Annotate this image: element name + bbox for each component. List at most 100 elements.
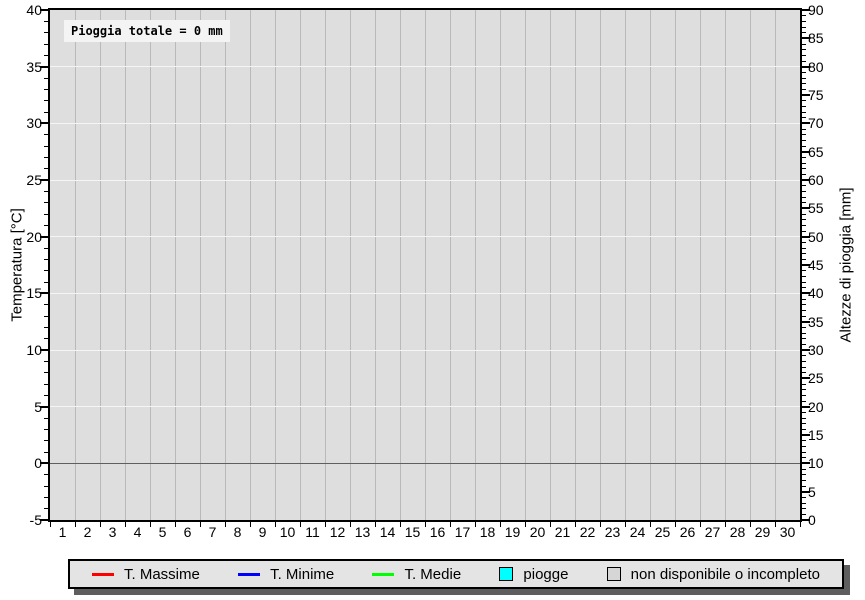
day-gridline [725,10,726,520]
left-axis-tick [44,44,48,45]
right-axis-tick [802,248,806,249]
left-axis-tick [44,21,48,22]
legend-label: T. Massime [124,566,200,583]
right-axis-tick-label: 65 [808,144,848,160]
right-axis-tick [802,282,806,283]
rain-total-annotation: Pioggia totale = 0 mm [64,20,230,42]
temp-gridline [50,66,800,67]
right-axis-tick [802,389,806,390]
x-axis-tick-label: 25 [650,524,676,540]
temp-gridline [50,180,800,181]
left-axis-tick [44,316,48,317]
right-axis-tick [802,134,806,135]
day-gridline [275,10,276,520]
left-axis-tick [44,372,48,373]
left-axis-tick [44,259,48,260]
left-axis-tick-label: 30 [0,115,42,131]
day-gridline [650,10,651,520]
line-marker-icon [92,573,114,576]
right-axis-tick [802,457,806,458]
right-axis-tick-label: 90 [808,2,848,18]
left-axis-tick [44,168,48,169]
left-axis-tick [44,452,48,453]
day-gridline [625,10,626,520]
right-axis-tick [802,276,806,277]
temp-gridline [50,350,800,351]
left-axis-tick [44,474,48,475]
right-axis-tick-label: 20 [808,399,848,415]
day-gridline [350,10,351,520]
right-axis-tick [802,117,806,118]
x-axis-tick-label: 14 [375,524,401,540]
day-gridline [250,10,251,520]
left-axis-tick [44,282,48,283]
day-gridline [500,10,501,520]
right-axis-tick [802,61,806,62]
swatch-marker-icon [499,567,513,581]
right-axis-tick [802,112,806,113]
left-axis-tick-label: 35 [0,59,42,75]
left-axis-tick [44,248,48,249]
day-gridline [475,10,476,520]
day-gridline [300,10,301,520]
right-axis-tick [802,310,806,311]
x-axis-tick-label: 18 [475,524,501,540]
left-axis-tick [44,78,48,79]
day-gridline [150,10,151,520]
left-axis-tick [44,146,48,147]
right-axis-tick [802,497,806,498]
right-axis-tick [802,78,806,79]
legend: T. MassimeT. MinimeT. Mediepioggenon dis… [68,559,844,589]
right-axis-tick [802,49,806,50]
right-axis-tick [802,367,806,368]
left-axis-tick [44,89,48,90]
left-axis-tick [44,384,48,385]
left-axis-tick-label: -5 [0,512,42,528]
x-axis-tick-label: 9 [250,524,276,540]
right-axis-tick [802,106,806,107]
left-axis-tick-label: 40 [0,2,42,18]
right-axis-tick [802,304,806,305]
right-axis-tick [802,395,806,396]
line-marker-icon [238,573,260,576]
day-gridline [550,10,551,520]
legend-label: T. Medie [404,566,461,583]
right-axis-tick [802,338,806,339]
right-axis-tick [802,219,806,220]
day-gridline [700,10,701,520]
x-axis-tick-label: 27 [700,524,726,540]
right-axis-tick [802,129,806,130]
left-axis-tick-label: 25 [0,172,42,188]
left-axis-tick-label: 15 [0,285,42,301]
left-axis-tick [44,157,48,158]
right-axis-tick [802,480,806,481]
day-gridline [200,10,201,520]
day-gridline [425,10,426,520]
right-axis-tick-label: 30 [808,342,848,358]
right-axis-tick [802,486,806,487]
day-gridline [775,10,776,520]
left-axis-tick [44,214,48,215]
day-gridline [525,10,526,520]
legend-label: T. Minime [270,566,334,583]
left-axis-tick [44,429,48,430]
right-axis-tick [802,401,806,402]
x-axis-tick-label: 24 [625,524,651,540]
right-axis-tick [802,191,806,192]
right-axis-tick [802,32,806,33]
day-gridline [575,10,576,520]
line-marker-icon [372,573,394,576]
plot-area: Pioggia totale = 0 mm [48,8,802,522]
day-gridline [75,10,76,520]
right-axis-tick [802,327,806,328]
left-axis-tick [44,418,48,419]
right-axis-tick [802,72,806,73]
day-gridline [125,10,126,520]
right-axis-tick-label: 55 [808,200,848,216]
left-axis-tick [44,55,48,56]
right-axis-tick [802,197,806,198]
x-axis-tick-label: 19 [500,524,526,540]
day-gridline [225,10,226,520]
right-axis-tick [802,316,806,317]
right-axis-tick-label: 10 [808,455,848,471]
